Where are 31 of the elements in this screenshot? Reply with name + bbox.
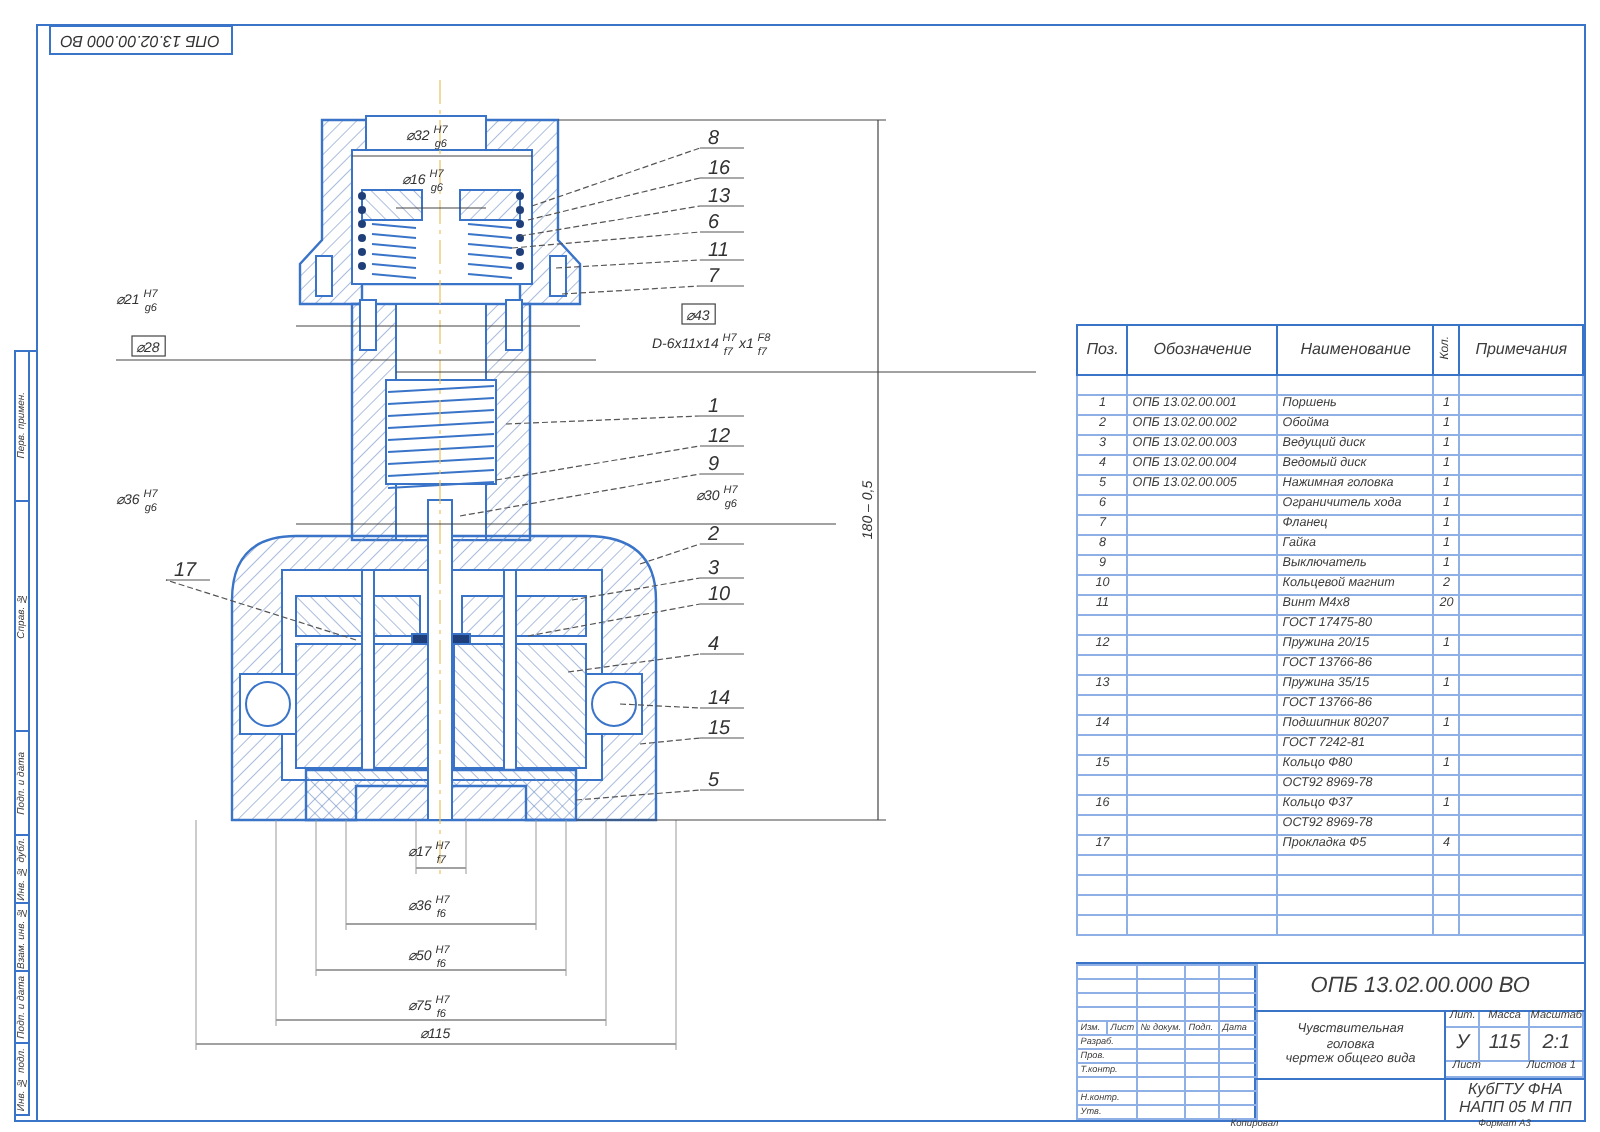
field-value: 2:1	[1542, 1034, 1571, 1054]
leader-line	[620, 703, 746, 709]
column-header: Наименование	[1300, 340, 1411, 358]
dimension-line	[396, 207, 488, 209]
field-value: У	[1456, 1034, 1469, 1054]
position-number: 10	[708, 584, 731, 606]
position-number: 12	[708, 426, 731, 448]
position-number: 11	[708, 240, 730, 262]
position-number: 5	[708, 770, 720, 792]
field-value: 115	[1488, 1034, 1521, 1054]
position-number: 15	[708, 718, 731, 740]
position-number: 6	[708, 212, 720, 234]
position-number: 9	[708, 454, 720, 476]
organization-name: НАПП 05 М ПП	[1458, 1100, 1572, 1118]
organization-name: КубГТУ ФНА	[1467, 1082, 1563, 1100]
position-number: 2	[708, 524, 720, 546]
drawing-stamp: ОПБ 13.02.00.000 ВО	[49, 26, 234, 55]
document-number: ОПБ 13.02.00.000 ВО	[1310, 972, 1530, 1003]
position-number: 14	[708, 688, 731, 710]
position-number: 17	[174, 560, 197, 582]
column-header: Поз.	[1086, 340, 1119, 358]
column-header: Обозначение	[1153, 340, 1252, 358]
position-number: 1	[708, 396, 720, 418]
position-number: 13	[708, 186, 731, 208]
position-number: 16	[708, 158, 731, 180]
leader-line	[640, 737, 746, 745]
position-number: 7	[708, 266, 720, 288]
column-header: Примечания	[1475, 340, 1568, 358]
position-number: 3	[708, 558, 720, 580]
position-number: 8	[708, 128, 720, 150]
position-number: 4	[708, 634, 720, 656]
